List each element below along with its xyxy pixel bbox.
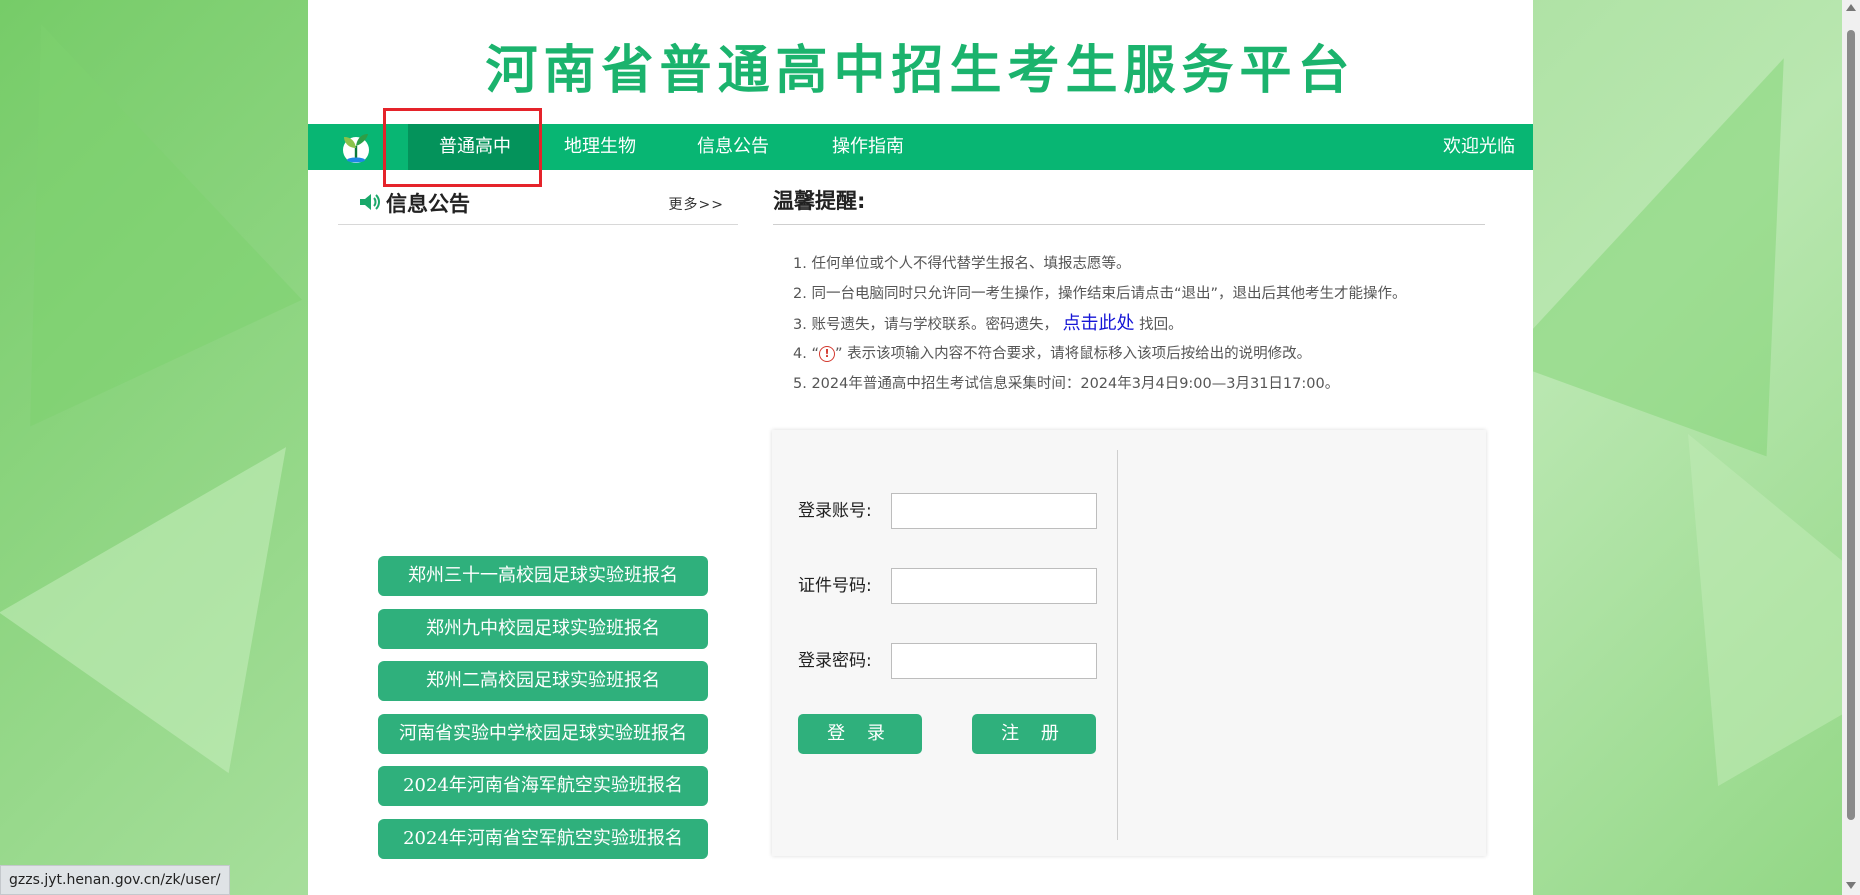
site-title: 河南省普通高中招生考生服务平台 [485, 41, 1356, 101]
scrollbar[interactable] [1842, 0, 1860, 895]
tip-text: ” 表示该项输入内容不符合要求，请将鼠标移入该项后按给出的说明修改。 [834, 346, 1312, 362]
quick-link-button[interactable]: 郑州二高校园足球实验班报名 [378, 661, 708, 701]
notice-header: 信息公告 更多>> [338, 184, 738, 225]
tip-item: 4. “!” 表示该项输入内容不符合要求，请将鼠标移入该项后按给出的说明修改。 [793, 339, 1485, 369]
top-nav: 普通高中 地理生物 信息公告 操作指南 欢迎光临 [308, 124, 1533, 170]
login-panel: 登录账号: 证件号码: 登录密码: 登 录 注 册 [772, 430, 1486, 856]
account-input[interactable] [891, 493, 1097, 529]
tip-text: 找回。 [1139, 317, 1183, 333]
password-input[interactable] [891, 643, 1097, 679]
account-label: 登录账号: [798, 501, 872, 521]
quick-link-button[interactable]: 郑州九中校园足球实验班报名 [378, 608, 708, 649]
id-label: 证件号码: [798, 576, 872, 596]
id-number-input[interactable] [891, 568, 1097, 604]
nav-item-announcements[interactable]: 信息公告 [683, 124, 783, 170]
scroll-up-icon[interactable] [1846, 4, 1856, 11]
more-link[interactable]: 更多>> [669, 194, 724, 214]
tips-panel: 温馨提醒: 1. 任何单位或个人不得代替学生报名、填报志愿等。 2. 同一台电脑… [773, 184, 1485, 399]
sprout-logo-icon [343, 134, 369, 163]
quick-link-button[interactable]: 河南省实验中学校园足球实验班报名 [378, 713, 708, 754]
nav-item-general-highschool[interactable]: 普通高中 [408, 124, 542, 170]
quick-link-button[interactable]: 2024年河南省空军航空实验班报名 [378, 818, 708, 859]
tip-text: 3. 账号遗失，请与学校联系。密码遗失， [793, 317, 1058, 333]
tip-item: 3. 账号遗失，请与学校联系。密码遗失， 点击此处 找回。 [793, 309, 1485, 339]
tips-list: 1. 任何单位或个人不得代替学生报名、填报志愿等。 2. 同一台电脑同时只允许同… [793, 249, 1485, 399]
warning-icon: ! [818, 346, 835, 362]
tips-title: 温馨提醒: [773, 184, 1485, 225]
nav-item-geography-biology[interactable]: 地理生物 [550, 124, 650, 170]
register-button[interactable]: 注 册 [972, 714, 1096, 754]
login-button[interactable]: 登 录 [798, 714, 922, 754]
nav-item-guide[interactable]: 操作指南 [813, 124, 923, 170]
notice-title: 信息公告 [386, 192, 470, 216]
tip-text: 4. “ [793, 346, 819, 362]
tip-item: 1. 任何单位或个人不得代替学生报名、填报志愿等。 [793, 256, 1131, 272]
background-triangle [1558, 373, 1860, 787]
background-triangle [1503, 3, 1860, 457]
status-bar-url: gzzs.jyt.henan.gov.cn/zk/user/ [0, 865, 230, 895]
quick-link-button[interactable]: 郑州三十一高校园足球实验班报名 [378, 556, 708, 596]
quick-link-button[interactable]: 2024年河南省海军航空实验班报名 [378, 766, 708, 806]
scroll-down-icon[interactable] [1846, 882, 1856, 889]
tip-item: 2. 同一台电脑同时只允许同一考生操作，操作结束后请点击“退出”，退出后其他考生… [793, 286, 1407, 302]
scroll-thumb[interactable] [1847, 30, 1855, 820]
welcome-text: 欢迎光临 [1443, 136, 1515, 157]
notice-panel: 信息公告 更多>> [338, 184, 738, 225]
tip-item: 5. 2024年普通高中招生考试信息采集时间：2024年3月4日9:00—3月3… [793, 376, 1340, 392]
password-label: 登录密码: [798, 651, 872, 671]
main-page: 河南省普通高中招生考生服务平台 普通高中 地理生物 信息公告 操作指南 欢迎光临… [308, 0, 1533, 895]
background-triangle [0, 0, 303, 427]
vertical-divider [1117, 450, 1118, 840]
recover-password-link[interactable]: 点击此处 [1063, 313, 1135, 334]
quick-links: 郑州三十一高校园足球实验班报名 郑州九中校园足球实验班报名 郑州二高校园足球实验… [378, 556, 708, 871]
speaker-icon [360, 194, 380, 210]
